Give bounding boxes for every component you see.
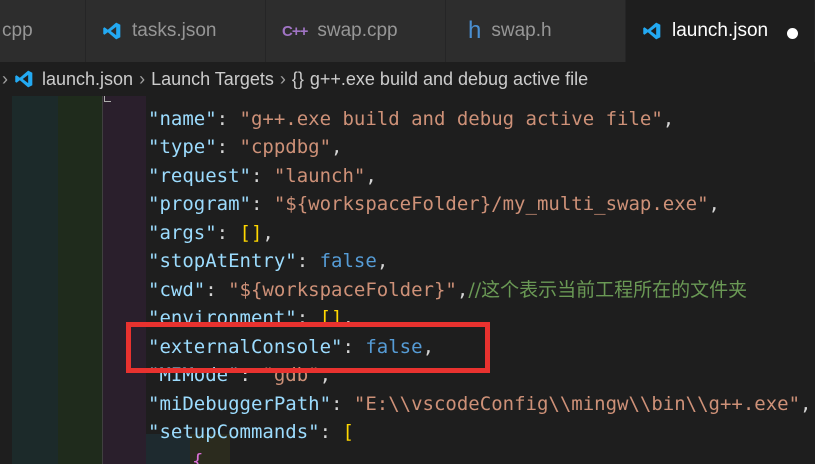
tab-label: swap.h	[491, 20, 552, 41]
code-line-args: "args": [],	[148, 222, 274, 244]
chevron-right-icon: ›	[139, 68, 146, 89]
breadcrumb-section[interactable]: Launch Targets	[151, 69, 274, 90]
tab-launch-json[interactable]: launch.json	[626, 0, 815, 62]
tab-label: launch.json	[672, 20, 769, 41]
chevron-right-icon: ›	[2, 68, 8, 89]
vscode-icon	[102, 21, 122, 41]
object-icon: {}	[291, 68, 304, 89]
code-line-midebuggerpath: "miDebuggerPath": "E:\\vscodeConfig\\min…	[148, 393, 812, 415]
indent-line	[102, 96, 103, 464]
text-cursor	[104, 96, 111, 102]
breadcrumb-item[interactable]: g++.exe build and debug active file	[310, 69, 588, 90]
unsaved-dot-icon[interactable]	[787, 28, 798, 39]
tab-label: tasks.json	[132, 20, 217, 41]
tab-bar: cpp tasks.json C++ swap.cpp h swap.h lau…	[0, 0, 815, 62]
chevron-right-icon: ›	[279, 68, 286, 89]
vscode-icon	[642, 21, 662, 41]
highlight-box	[126, 322, 490, 373]
tab-label: swap.cpp	[317, 20, 398, 41]
indent-guide	[12, 96, 58, 464]
breadcrumb: › launch.json › Launch Targets › {} g++.…	[0, 62, 815, 96]
h-icon: h	[468, 17, 482, 44]
breadcrumb-file[interactable]: launch.json	[42, 69, 133, 90]
tab-swap-h[interactable]: h swap.h	[446, 0, 626, 62]
indent-guide	[58, 96, 102, 464]
tab-label: cpp	[2, 20, 33, 41]
tab-swap-cpp[interactable]: C++ swap.cpp	[266, 0, 446, 62]
code-line-type: "type": "cppdbg",	[148, 136, 343, 158]
code-line-name: "name": "g++.exe build and debug active …	[148, 108, 675, 130]
code-editor[interactable]: "name": "g++.exe build and debug active …	[0, 96, 815, 464]
code-line-program: "program": "${workspaceFolder}/my_multi_…	[148, 193, 720, 215]
code-comment: //这个表示当前工程所在的文件夹	[468, 279, 748, 301]
indent-guide	[102, 96, 146, 464]
cpp-icon: C++	[282, 22, 308, 40]
tab-cpp[interactable]: cpp	[0, 0, 86, 62]
code-line-setupcommands: "setupCommands": [	[148, 421, 354, 443]
code-line-request: "request": "launch",	[148, 165, 377, 187]
tab-tasks-json[interactable]: tasks.json	[86, 0, 266, 62]
code-line-cwd: "cwd": "${workspaceFolder}",//这个表示当前工程所在…	[148, 279, 748, 301]
code-line-open-brace: {	[192, 450, 204, 464]
indent-guide	[0, 96, 12, 464]
code-line-stopatentry: "stopAtEntry": false,	[148, 250, 389, 272]
vscode-icon	[14, 69, 34, 89]
